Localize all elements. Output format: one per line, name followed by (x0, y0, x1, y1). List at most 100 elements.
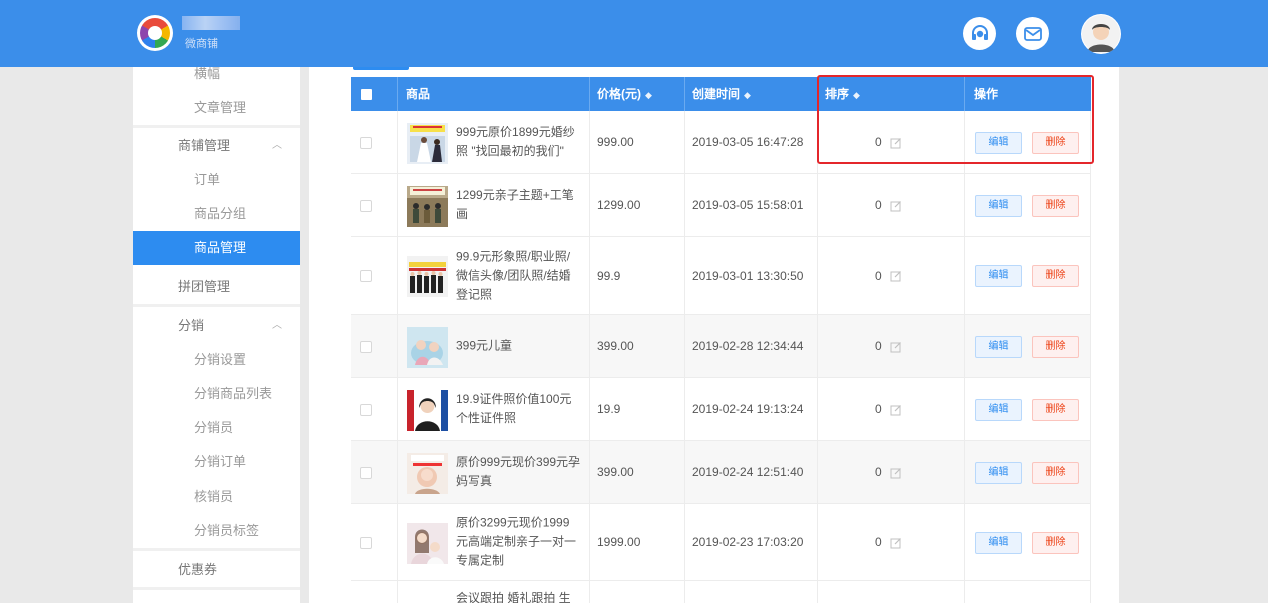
product-name[interactable]: 会议跟拍 婚礼跟拍 生 (456, 589, 581, 603)
column-header-label: 创建时间 (692, 87, 741, 101)
edit-sort-icon[interactable] (890, 200, 902, 212)
edit-sort-icon[interactable] (890, 404, 902, 416)
edit-sort-icon[interactable] (890, 270, 902, 282)
column-divider (589, 77, 590, 111)
row-checkbox[interactable] (360, 404, 372, 416)
delete-button[interactable]: 删除 (1032, 532, 1079, 554)
created-time: 2019-02-24 19:13:24 (692, 402, 804, 416)
shop-name: 微商铺 (185, 38, 218, 50)
sidebar-divider (133, 304, 300, 307)
delete-button[interactable]: 删除 (1032, 336, 1079, 358)
sidebar-divider (133, 125, 300, 128)
product-name[interactable]: 999元原价1899元婚纱照 "找回最初的我们" (456, 123, 581, 161)
sidebar-item-product-management[interactable]: 商品管理 (133, 231, 300, 265)
delete-button[interactable]: 删除 (1032, 195, 1079, 217)
sidebar-item-distribution-products[interactable]: 分销商品列表 (133, 377, 300, 411)
product-name[interactable]: 399元儿童 (456, 337, 581, 356)
product-price: 399.00 (597, 339, 634, 353)
column-divider (684, 111, 685, 173)
column-divider (397, 378, 398, 440)
edit-button[interactable]: 编辑 (975, 399, 1022, 421)
sidebar-item-verifiers[interactable]: 核销员 (133, 480, 300, 514)
headset-icon[interactable] (963, 17, 996, 50)
edit-sort-icon[interactable] (890, 537, 902, 549)
delete-button[interactable]: 删除 (1032, 399, 1079, 421)
column-divider (397, 581, 398, 603)
column-divider (964, 237, 965, 314)
sidebar-item-orders[interactable]: 订单 (133, 163, 300, 197)
column-divider (589, 111, 590, 173)
sidebar-item-distributors[interactable]: 分销员 (133, 411, 300, 445)
product-name[interactable]: 原价3299元现价1999元高端定制亲子一对一专属定制 (456, 514, 581, 571)
edit-button[interactable]: 编辑 (975, 195, 1022, 217)
sidebar-item-label: 商铺管理 (178, 138, 231, 153)
column-divider (684, 504, 685, 580)
sidebar-item-group-buy[interactable]: 拼团管理 (133, 270, 300, 304)
edit-button[interactable]: 编辑 (975, 532, 1022, 554)
sidebar-item-label: 分销 (178, 318, 205, 333)
blurred-account-name (182, 16, 240, 30)
column-divider (589, 441, 590, 503)
table-row: 399元儿童 399.00 2019-02-28 12:34:44 0 编辑 删除 (351, 315, 1091, 378)
delete-button[interactable]: 删除 (1032, 265, 1079, 287)
column-divider (817, 504, 818, 580)
mail-icon[interactable] (1016, 17, 1049, 50)
column-divider (964, 378, 965, 440)
column-divider (684, 237, 685, 314)
sidebar-item-articles[interactable]: 文章管理 (133, 91, 300, 125)
edit-sort-icon[interactable] (890, 467, 902, 479)
row-checkbox[interactable] (360, 467, 372, 479)
column-divider (964, 315, 965, 377)
created-time: 2019-03-01 13:30:50 (692, 268, 804, 283)
top-header (0, 0, 1268, 67)
shop-logo[interactable] (137, 15, 173, 51)
delete-button[interactable]: 删除 (1032, 462, 1079, 484)
column-divider (589, 174, 590, 236)
sort-icon: ◆ (744, 90, 751, 100)
column-divider (1090, 504, 1091, 580)
row-checkbox[interactable] (360, 270, 372, 282)
row-checkbox[interactable] (360, 341, 372, 353)
edit-button[interactable]: 编辑 (975, 265, 1022, 287)
column-divider (397, 315, 398, 377)
edit-button[interactable]: 编辑 (975, 462, 1022, 484)
column-header-price[interactable]: 价格(元) ◆ (597, 77, 652, 111)
table-row: 原价999元现价399元孕妈写真 399.00 2019-02-24 12:51:4… (351, 441, 1091, 504)
row-checkbox[interactable] (360, 537, 372, 549)
column-divider (589, 378, 590, 440)
row-checkbox[interactable] (360, 137, 372, 149)
column-divider (1090, 441, 1091, 503)
sidebar-item-distributor-tags[interactable]: 分销员标签 (133, 514, 300, 548)
sidebar-item-product-groups[interactable]: 商品分组 (133, 197, 300, 231)
sidebar-item-distribution-orders[interactable]: 分销订单 (133, 445, 300, 479)
product-name[interactable]: 19.9证件照价值100元个性证件照 (456, 390, 581, 428)
sidebar-item-coupons[interactable]: 优惠券 (133, 553, 300, 587)
column-divider (1090, 581, 1091, 603)
row-checkbox[interactable] (360, 200, 372, 212)
edit-sort-icon[interactable] (890, 341, 902, 353)
column-header-created[interactable]: 创建时间 ◆ (692, 77, 751, 111)
sidebar-item-distribution-settings[interactable]: 分销设置 (133, 343, 300, 377)
edit-button[interactable]: 编辑 (975, 336, 1022, 358)
product-price: 19.9 (597, 402, 621, 416)
sidebar-divider (133, 548, 300, 551)
column-divider (589, 315, 590, 377)
product-name[interactable]: 1299元亲子主题+工笔画 (456, 186, 581, 224)
column-divider (1090, 174, 1091, 236)
user-avatar-icon[interactable] (1081, 14, 1121, 54)
column-divider (397, 441, 398, 503)
scrollbar-track[interactable] (1103, 67, 1119, 603)
sidebar-item-shop-management[interactable]: 商铺管理 ︿ (133, 129, 300, 163)
sort-icon: ◆ (645, 90, 652, 100)
sidebar-item-distribution[interactable]: 分销 ︿ (133, 309, 300, 343)
sidebar-item-banner[interactable]: 横幅 (133, 67, 300, 91)
highlight-box (817, 75, 1094, 164)
column-divider (817, 315, 818, 377)
column-divider (397, 237, 398, 314)
select-all-checkbox[interactable] (361, 89, 372, 100)
product-name[interactable]: 原价999元现价399元孕妈写真 (456, 453, 581, 491)
product-name[interactable]: 99.9元形象照/职业照/微信头像/团队照/结婚登记照 (456, 247, 581, 304)
product-thumbnail (407, 186, 448, 227)
column-divider (817, 581, 818, 603)
active-tab-indicator (353, 67, 409, 70)
